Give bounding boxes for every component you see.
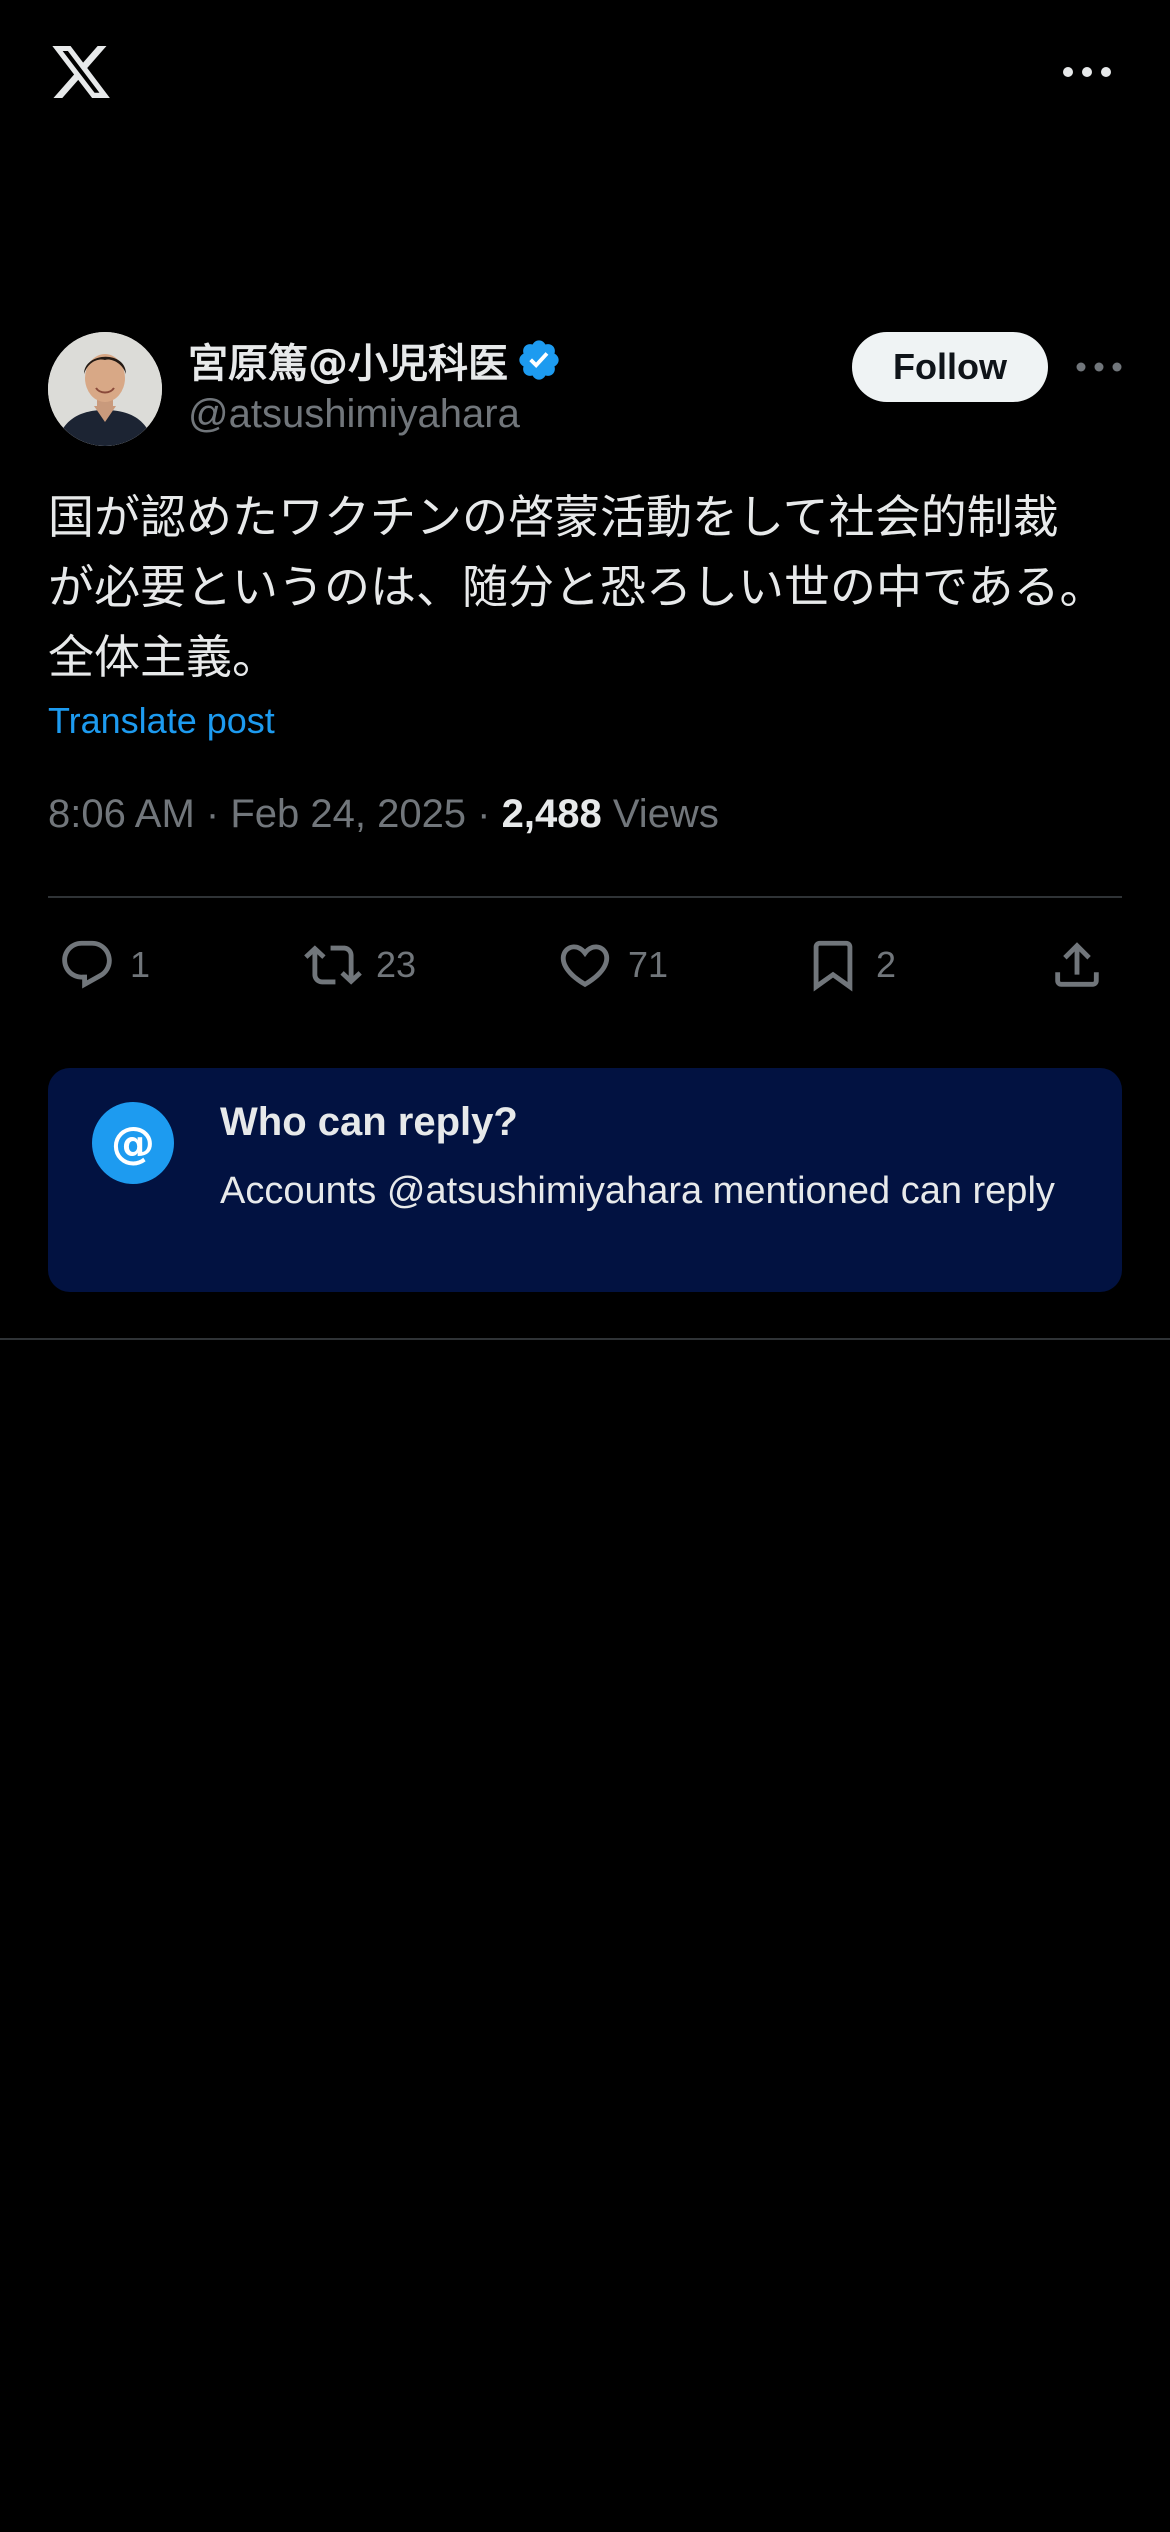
share-button[interactable] [1048, 930, 1106, 1000]
post-time[interactable]: 8:06 AM [48, 792, 195, 836]
views-count[interactable]: 2,488 [502, 792, 602, 836]
repost-button[interactable]: 23 [304, 930, 416, 1000]
who-can-reply-card: @ Who can reply? Accounts @atsushimiyaha… [48, 1068, 1122, 1292]
avatar[interactable] [48, 332, 162, 446]
top-bar [0, 0, 1170, 150]
bookmark-icon [813, 940, 853, 992]
divider [0, 1338, 1170, 1340]
author-handle[interactable]: @atsushimiyahara [188, 392, 520, 437]
share-icon [1055, 942, 1099, 987]
meta-separator: · [466, 792, 502, 836]
post-text: 国が認めたワクチンの啓蒙活動をして社会的制裁 が必要というのは、随分と恐ろしい世… [48, 482, 1122, 692]
post-more-icon[interactable] [1076, 358, 1122, 376]
more-horizontal-icon[interactable] [1062, 62, 1112, 82]
repost-icon [304, 945, 362, 985]
display-name-row: 宮原篤@小児科医 [188, 332, 562, 388]
post-author-header: 宮原篤@小児科医 @atsushimiyahara Follow [48, 332, 1122, 452]
post-text-line: 国が認めたワクチンの啓蒙活動をして社会的制裁 [48, 490, 1059, 544]
views-label: Views [612, 792, 719, 836]
at-sign-icon: @ [92, 1102, 174, 1184]
reply-count: 1 [130, 944, 151, 985]
who-can-reply-title: Who can reply? [220, 1100, 518, 1144]
post-date[interactable]: Feb 24, 2025 [230, 792, 466, 836]
avatar-photo [48, 332, 162, 446]
post-text-line: 全体主義。 [48, 630, 278, 684]
translate-post-link[interactable]: Translate post [48, 700, 275, 742]
meta-separator: · [194, 792, 231, 836]
heart-icon [560, 944, 610, 988]
post-meta: 8:06 AM · Feb 24, 2025 · 2,488 Views [48, 792, 719, 837]
follow-button[interactable]: Follow [852, 332, 1048, 402]
post-text-line: が必要というのは、随分と恐ろしい世の中である。 [48, 560, 1106, 614]
like-count: 71 [628, 944, 669, 985]
like-button[interactable]: 71 [556, 930, 668, 1000]
action-bar: 1 23 71 2 [48, 930, 1122, 1000]
display-name[interactable]: 宮原篤@小児科医 [188, 331, 508, 389]
bookmark-button[interactable]: 2 [804, 930, 896, 1000]
divider [48, 896, 1122, 898]
who-can-reply-description: Accounts @atsushimiyahara mentioned can … [220, 1170, 1055, 1212]
bookmark-count: 2 [876, 944, 897, 985]
reply-icon [62, 940, 112, 989]
repost-count: 23 [376, 944, 417, 985]
verified-badge-icon[interactable] [516, 337, 562, 383]
x-logo-icon[interactable] [48, 40, 114, 104]
reply-button[interactable]: 1 [58, 930, 150, 1000]
